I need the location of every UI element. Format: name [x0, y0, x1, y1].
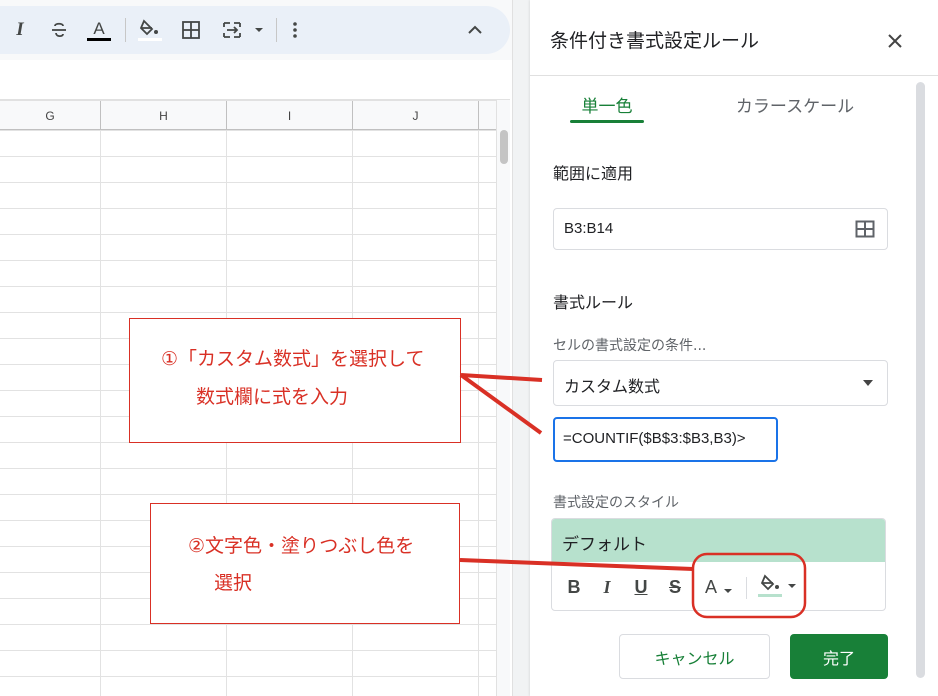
- annotation-callout-1: ①「カスタム数式」を選択して 数式欄に式を入力: [129, 318, 461, 443]
- vertical-scrollbar[interactable]: [496, 100, 510, 696]
- condition-select[interactable]: カスタム数式: [553, 360, 888, 406]
- column-header-j[interactable]: J: [353, 101, 479, 130]
- annotation-2-line1: ②文字色・塗りつぶし色を: [188, 535, 415, 557]
- panel-divider: [512, 0, 530, 696]
- toolbar-separator: [276, 18, 277, 42]
- column-header-h[interactable]: H: [101, 101, 227, 130]
- range-input[interactable]: B3:B14: [553, 208, 888, 250]
- column-header-i[interactable]: I: [227, 101, 353, 130]
- style-label: 書式設定のスタイル: [553, 495, 679, 511]
- more-icon[interactable]: [281, 16, 309, 44]
- merge-cells-icon[interactable]: [219, 16, 267, 44]
- format-separator: [746, 577, 747, 599]
- text-color-glyph: A: [704, 576, 717, 597]
- conditional-format-panel: 条件付き書式設定ルール 単一色 カラースケール 範囲に適用 B3:B14 書式ル…: [530, 0, 938, 696]
- underline-icon[interactable]: U: [631, 575, 651, 599]
- svg-text:A: A: [93, 19, 105, 38]
- format-rules-label: 書式ルール: [553, 293, 634, 312]
- select-range-icon[interactable]: [855, 219, 875, 239]
- fill-color-icon[interactable]: [136, 16, 164, 44]
- tab-color-scale[interactable]: カラースケール: [720, 92, 870, 126]
- scrollbar-thumb[interactable]: [500, 130, 508, 164]
- strikethrough-icon[interactable]: [45, 16, 73, 44]
- text-color-icon[interactable]: A: [85, 16, 113, 44]
- italic-icon[interactable]: I: [597, 575, 617, 599]
- style-preview[interactable]: デフォルト: [552, 519, 885, 562]
- chevron-down-icon: [863, 380, 873, 386]
- cancel-button[interactable]: キャンセル: [619, 634, 770, 679]
- condition-value: カスタム数式: [564, 377, 661, 396]
- annotation-2-line2: 選択: [214, 572, 253, 594]
- format-style-box: デフォルト B I U S A: [551, 518, 886, 611]
- annotation-1-line2: 数式欄に式を入力: [196, 386, 349, 408]
- done-button[interactable]: 完了: [790, 634, 888, 679]
- toolbar-separator: [125, 18, 126, 42]
- toolbar: I A: [0, 0, 512, 60]
- annotation-1-line1: ①「カスタム数式」を選択して: [161, 348, 425, 370]
- tab-active-indicator: [570, 120, 644, 123]
- column-header-g[interactable]: G: [0, 101, 101, 130]
- strikethrough-icon[interactable]: S: [665, 575, 685, 599]
- style-preview-text: デフォルト: [562, 535, 647, 555]
- column-header-row: G H I J: [0, 100, 496, 130]
- panel-title: 条件付き書式設定ルール: [550, 30, 760, 52]
- range-label: 範囲に適用: [553, 164, 634, 183]
- range-value: B3:B14: [564, 220, 614, 237]
- panel-header: 条件付き書式設定ルール: [530, 0, 938, 76]
- condition-label: セルの書式設定の条件...: [553, 338, 707, 354]
- panel-scrollbar[interactable]: [916, 82, 925, 678]
- close-icon[interactable]: [882, 28, 908, 54]
- annotation-callout-2: ②文字色・塗りつぶし色を 選択: [150, 503, 460, 624]
- bold-icon[interactable]: B: [564, 575, 584, 599]
- fill-color-icon[interactable]: [756, 574, 800, 599]
- formula-bar-strip: [0, 66, 510, 100]
- custom-formula-input[interactable]: =COUNTIF($B$3:$B3,B3)>: [553, 417, 778, 462]
- italic-icon[interactable]: I: [6, 16, 34, 44]
- collapse-icon[interactable]: [461, 16, 489, 44]
- text-color-icon[interactable]: A: [700, 575, 740, 599]
- borders-icon[interactable]: [177, 16, 205, 44]
